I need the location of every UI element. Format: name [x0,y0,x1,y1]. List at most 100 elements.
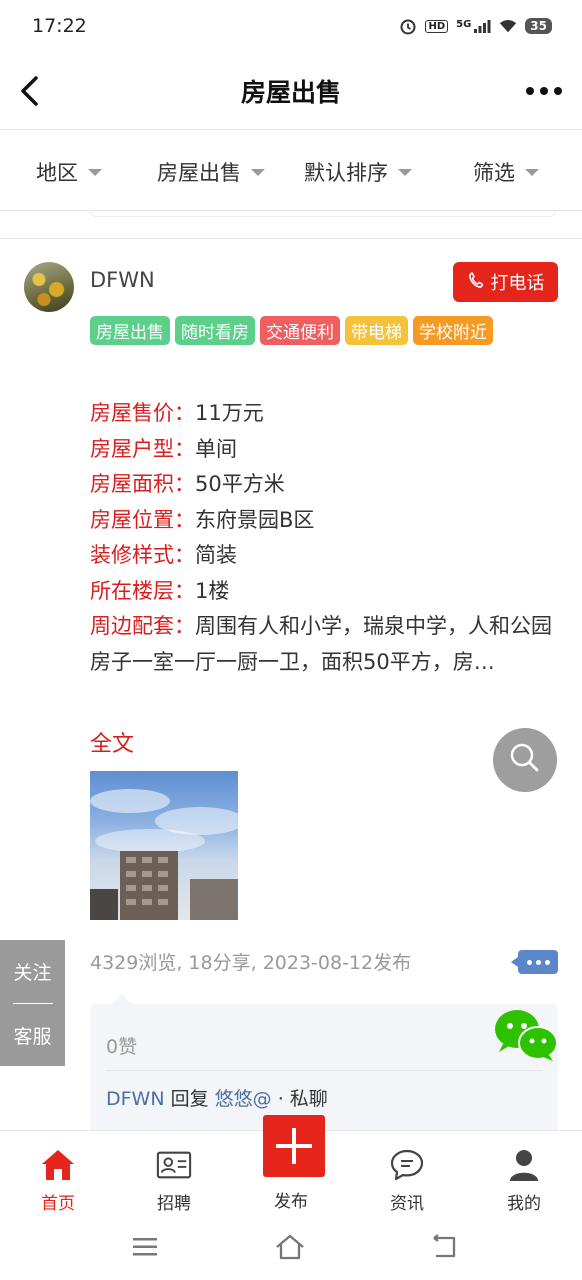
post-stats: 4329浏览, 18分享, 2023-08-12发布 [90,952,412,974]
info-label: 房屋面积： [90,472,195,496]
info-value: 50平方米 [195,472,285,496]
battery-indicator: 35 [525,18,552,34]
divider [12,1002,53,1004]
filter-sort-label: 默认排序 [304,161,388,185]
wifi-icon [499,17,517,35]
property-photo[interactable] [90,771,238,920]
filter-more-label: 筛选 [473,161,515,185]
tab-news[interactable]: 资讯 [349,1131,465,1221]
info-label: 房屋位置： [90,507,195,532]
search-button[interactable] [493,728,557,792]
private-chat-link[interactable]: 私聊 [290,1088,328,1110]
home-button-icon[interactable] [273,1232,307,1262]
property-info: 房屋售价：11万元 房屋户型：单间 房屋面积：50平方米 房屋位置：东府景园B区… [90,396,556,680]
username[interactable]: DFWN [90,268,155,292]
tab-profile[interactable]: 我的 [466,1131,582,1221]
tag: 交通便利 [260,316,340,345]
reply-line: DFWN 回复 悠悠@ · 私聊 [106,1084,328,1111]
tab-jobs[interactable]: 招聘 [116,1131,232,1221]
customer-service-button[interactable]: 客服 [13,1022,51,1049]
back-button-icon[interactable] [428,1232,462,1262]
status-icons: HD 5G 35 [399,17,552,35]
tag: 带电梯 [345,316,408,345]
filter-bar: 地区 房屋出售 默认排序 筛选 [0,131,582,211]
divider [106,1070,542,1071]
tag-list: 房屋出售 随时看房 交通便利 带电梯 学校附近 [90,316,560,345]
alarm-icon [399,17,417,35]
like-count: 0赞 [106,1036,138,1058]
tag: 学校附近 [413,316,493,345]
bottom-tab-bar: 首页 招聘 发布 资讯 我的 [0,1115,582,1221]
user-icon [506,1147,542,1183]
comment-more-button[interactable] [511,950,558,974]
home-icon [40,1147,76,1183]
tab-news-label: 资讯 [390,1194,424,1214]
more-options-icon[interactable] [526,78,562,104]
dropdown-caret-icon [398,168,412,176]
reply-verb: 回复 [164,1088,215,1110]
system-nav-bar [0,1220,582,1280]
info-label: 所在楼层： [90,578,195,603]
side-tab: 关注 客服 [0,940,65,1066]
page-title: 房屋出售 [240,77,341,107]
tab-home[interactable]: 首页 [0,1131,116,1221]
info-row-layout: 房屋户型：单间 [90,432,556,468]
reply-author[interactable]: DFWN [106,1088,165,1110]
info-value: 单间 [195,436,237,461]
id-card-icon [156,1147,192,1183]
info-row-price: 房屋售价：11万元 [90,396,556,432]
status-bar: 17:22 HD 5G 35 [0,0,582,52]
tab-jobs-label: 招聘 [157,1194,191,1214]
info-value: 东府景园B区 [195,507,315,532]
dropdown-caret-icon [525,168,539,176]
wechat-icon[interactable] [493,1008,559,1062]
filter-region-label: 地区 [36,161,78,185]
dropdown-caret-icon [88,168,102,176]
info-label: 房屋售价： [90,401,195,425]
info-label: 装修样式： [90,543,195,567]
filter-more[interactable]: 筛选 [473,157,539,187]
tab-profile-label: 我的 [507,1194,541,1214]
filter-region[interactable]: 地区 [36,157,102,187]
hd-icon: HD [425,19,449,33]
dropdown-caret-icon [251,168,265,176]
follow-button[interactable]: 关注 [13,958,51,985]
info-label: 房屋户型： [90,436,195,461]
divider [0,238,582,239]
tab-home-label: 首页 [41,1194,75,1214]
phone-icon [467,271,485,294]
tab-publish[interactable]: 发布 [233,1115,349,1221]
filter-sort[interactable]: 默认排序 [304,157,412,187]
reply-separator: · [271,1088,290,1110]
filter-category[interactable]: 房屋出售 [157,157,265,187]
nav-bar: 房屋出售 [0,52,582,130]
info-row-decoration: 装修样式：简装 [90,538,556,574]
info-value: 1楼 [195,578,230,603]
info-value: 11万元 [195,401,264,425]
post-description: 房子一室一厅一厨一卫，面积50平方，房… [90,649,495,674]
call-button[interactable]: 打电话 [453,262,558,302]
tag: 房屋出售 [90,316,170,345]
reply-target[interactable]: 悠悠@ [215,1088,272,1110]
info-row-location: 房屋位置：东府景园B区 [90,503,556,539]
info-row-area: 房屋面积：50平方米 [90,467,556,503]
info-row-surroundings: 周边配套：周围有人和小学，瑞泉中学，人和公园 [90,609,556,645]
back-arrow-icon[interactable] [16,72,46,110]
menu-icon[interactable] [128,1232,162,1262]
info-value: 周围有人和小学，瑞泉中学，人和公园 [195,614,552,638]
tab-publish-label: 发布 [274,1192,308,1212]
status-time: 17:22 [32,15,87,37]
search-icon [508,741,542,779]
tag: 随时看房 [175,316,255,345]
network-label: 5G [456,19,472,30]
info-row-floor: 所在楼层：1楼 [90,574,556,610]
signal-icon [473,17,491,35]
plus-icon [263,1115,325,1177]
info-label: 周边配套： [90,614,195,638]
info-value: 简装 [195,543,237,567]
call-button-label: 打电话 [490,273,545,294]
full-text-link[interactable]: 全文 [90,726,134,758]
avatar[interactable] [24,262,74,312]
previous-card-edge [90,211,556,217]
filter-category-label: 房屋出售 [157,161,241,185]
